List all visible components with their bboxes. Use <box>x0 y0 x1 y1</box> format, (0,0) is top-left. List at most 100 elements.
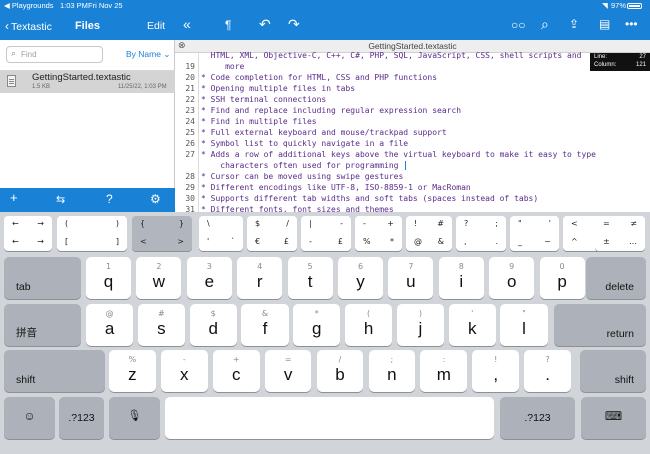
dictation-key[interactable]: 🎙 <box>109 397 160 439</box>
letter-key-m[interactable]: :m <box>420 350 468 392</box>
extra-key-symbol: ] <box>115 237 119 246</box>
code-area[interactable]: HTML, XML, Objective-C, C++, C#, PHP, SQ… <box>175 50 650 212</box>
extra-key-symbol: < <box>140 237 147 246</box>
line-number: 23 <box>185 106 195 115</box>
code-line: HTML, XML, Objective-C, C++, C#, PHP, SQ… <box>175 50 650 61</box>
key-letter: s <box>157 319 166 338</box>
code-line: 21 * Opening multiple files in tabs <box>175 83 650 94</box>
help-icon[interactable]: ? <box>106 192 113 206</box>
back-to-app-link[interactable]: ◀ Playgrounds <box>4 0 54 12</box>
extra-key[interactable]: {} < > <box>132 216 192 251</box>
file-browser-sidebar: ‹Textastic Files Edit ⌕ By Name ⌄ Gettin… <box>0 12 175 212</box>
extra-key-symbol: ± <box>603 237 610 246</box>
letter-key-d[interactable]: $ d <box>189 304 237 346</box>
extra-key[interactable]: - +% * <box>355 216 402 251</box>
letter-key-w[interactable]: 2w <box>136 257 182 299</box>
letter-key-r[interactable]: 4r <box>237 257 283 299</box>
transfer-icon[interactable]: ⇆ <box>56 193 65 206</box>
letter-key-i[interactable]: 8i <box>438 257 484 299</box>
delete-key[interactable]: delete <box>586 257 646 299</box>
letter-key-u[interactable]: 7u <box>388 257 434 299</box>
share-icon[interactable]: ⇪ <box>569 17 579 31</box>
letter-key-b[interactable]: / b <box>316 350 364 392</box>
key-letter: w <box>152 272 166 291</box>
extra-key[interactable]: ?;,. <box>456 216 506 251</box>
document-icon <box>7 75 16 87</box>
line-label: Line: <box>594 54 608 60</box>
code-text: * SSH terminal connections <box>201 95 327 104</box>
line-number: 22 <box>185 95 195 104</box>
extra-key[interactable]: () [] <box>57 216 127 251</box>
line-number: 26 <box>185 139 195 148</box>
line-value: 27 <box>639 54 646 60</box>
letter-key-k[interactable]: ' k <box>448 304 496 346</box>
letter-key-,[interactable]: !, <box>472 350 520 392</box>
file-list-item[interactable]: GettingStarted.textastic 1.5 KB 11/25/22… <box>0 71 175 93</box>
extra-key[interactable]: = ≠ ±… <box>595 216 645 251</box>
collapse-sidebar-icon[interactable]: « <box>183 16 191 32</box>
letter-key-n[interactable]: ; n <box>368 350 416 392</box>
redo-icon[interactable]: ↷ <box>288 16 300 33</box>
add-icon[interactable]: + <box>10 190 18 205</box>
extra-key-symbol: - <box>340 219 343 228</box>
letter-key-f[interactable]: & f <box>241 304 289 346</box>
extra-key-symbol: £ <box>337 237 343 246</box>
key-letter: g <box>312 319 322 338</box>
letter-key-q[interactable]: 1q <box>86 257 131 299</box>
shift-key-left[interactable]: shift <box>4 350 105 392</box>
letter-key-g[interactable]: * g <box>293 304 341 346</box>
more-icon[interactable]: ••• <box>625 17 638 31</box>
letter-key-z[interactable]: % z <box>109 350 156 392</box>
letter-key-a[interactable]: @ a <box>86 304 134 346</box>
code-text: * Supports different tab widths and soft… <box>201 194 539 203</box>
key-alt-symbol: 6 <box>357 262 364 271</box>
letter-key-c[interactable]: + c <box>212 350 260 392</box>
numbers-key-right[interactable]: .?123 <box>500 397 575 439</box>
extra-key-symbol: ' <box>548 219 551 228</box>
letter-key-o[interactable]: 9o <box>489 257 535 299</box>
space-bar[interactable] <box>165 397 494 439</box>
extra-key[interactable]: | - - £ <box>301 216 351 251</box>
letter-key-j[interactable]: ) j <box>396 304 444 346</box>
undo-icon[interactable]: ↶ <box>259 16 271 33</box>
tab-key[interactable]: tab <box>4 257 81 299</box>
letter-key-.[interactable]: ?. <box>524 350 571 392</box>
edit-button[interactable]: Edit <box>147 20 165 32</box>
key-alt-symbol: ( <box>367 309 371 318</box>
find-input[interactable] <box>21 48 101 61</box>
extra-key[interactable]: " ' _ ~ <box>510 216 559 251</box>
letter-key-t[interactable]: 5t <box>287 257 333 299</box>
preview-glasses-icon[interactable]: ○○ <box>511 18 526 32</box>
hide-keyboard-key[interactable]: ⌨ <box>581 397 646 439</box>
letter-key-v[interactable]: = v <box>264 350 312 392</box>
shift-key-right[interactable]: shift <box>580 350 646 392</box>
paragraph-icon[interactable]: ¶ <box>225 18 231 32</box>
return-key[interactable]: return <box>554 304 646 346</box>
extra-key[interactable]: \ ' ` <box>199 216 243 251</box>
key-letter: y <box>356 272 365 291</box>
letter-key-h[interactable]: (h <box>345 304 393 346</box>
emoji-key[interactable]: ☺ <box>4 397 55 439</box>
numbers-key-left[interactable]: .?123 <box>59 397 104 439</box>
letter-key-l[interactable]: " l <box>500 304 548 346</box>
key-letter: . <box>545 365 550 384</box>
return-key-label: return <box>606 328 634 340</box>
pinyin-key[interactable]: 拼音 <box>4 304 81 346</box>
extra-key[interactable]: $ / € £ <box>247 216 297 251</box>
search-icon[interactable]: ⌕ <box>541 16 549 33</box>
letter-key-x[interactable]: -x <box>160 350 208 392</box>
code-text: characters often used for programming <box>201 161 399 170</box>
sort-by-name-button[interactable]: By Name ⌄ <box>126 49 170 60</box>
settings-gear-icon[interactable]: ⚙ <box>150 192 161 206</box>
letter-key-p[interactable]: 0p <box>539 257 585 299</box>
key-alt-symbol: 8 <box>458 262 464 271</box>
letter-key-y[interactable]: 6y <box>338 257 383 299</box>
key-alt-symbol: 9 <box>509 262 515 271</box>
extra-key[interactable]: ! # @ & <box>406 216 452 251</box>
letter-key-e[interactable]: 3e <box>186 257 232 299</box>
document-info-icon[interactable]: ▤ <box>599 17 610 31</box>
key-alt-symbol: 4 <box>257 262 263 271</box>
extra-key[interactable]: ← → ← → <box>4 216 52 251</box>
code-line: 24 * Find in multiple files <box>175 116 650 127</box>
letter-key-s[interactable]: # s <box>137 304 185 346</box>
